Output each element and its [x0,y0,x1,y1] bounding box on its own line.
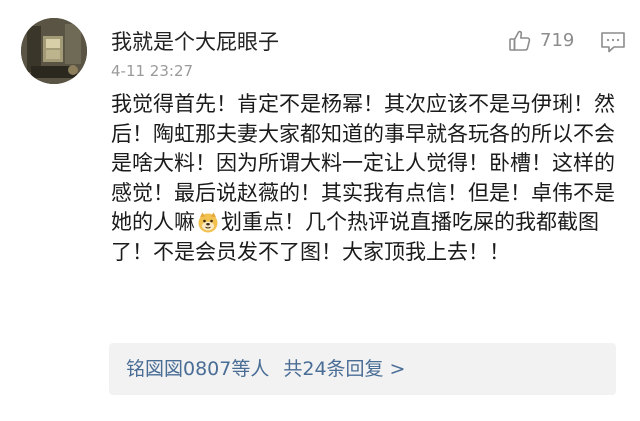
like-count: 719 [540,30,575,51]
avatar[interactable] [21,18,87,84]
replies-count[interactable]: 共24条回复 [283,356,383,382]
replies-summary[interactable]: 铭図図0807等人 共24条回复 > [109,343,616,395]
thumbs-up-icon [508,29,532,53]
comment-bubble-icon [600,30,626,54]
reply-button[interactable] [600,30,626,54]
replies-users[interactable]: 铭図図0807等人 [126,356,269,382]
comment-timestamp: 4-11 23:27 [111,62,194,80]
doge-emoji-icon [197,211,219,233]
author-name[interactable]: 我就是个大屁眼子 [111,28,279,56]
chevron-right-icon: > [389,358,406,380]
like-button[interactable]: 719 [508,28,574,54]
comment-card: 我就是个大屁眼子 4-11 23:27 719 我觉得首先！肯定不是杨幂！其次应… [0,0,640,421]
comment-text: 我觉得首先！肯定不是杨幂！其次应该不是马伊琍！然后！陶虹那夫妻大家都知道的事早就… [111,90,626,268]
